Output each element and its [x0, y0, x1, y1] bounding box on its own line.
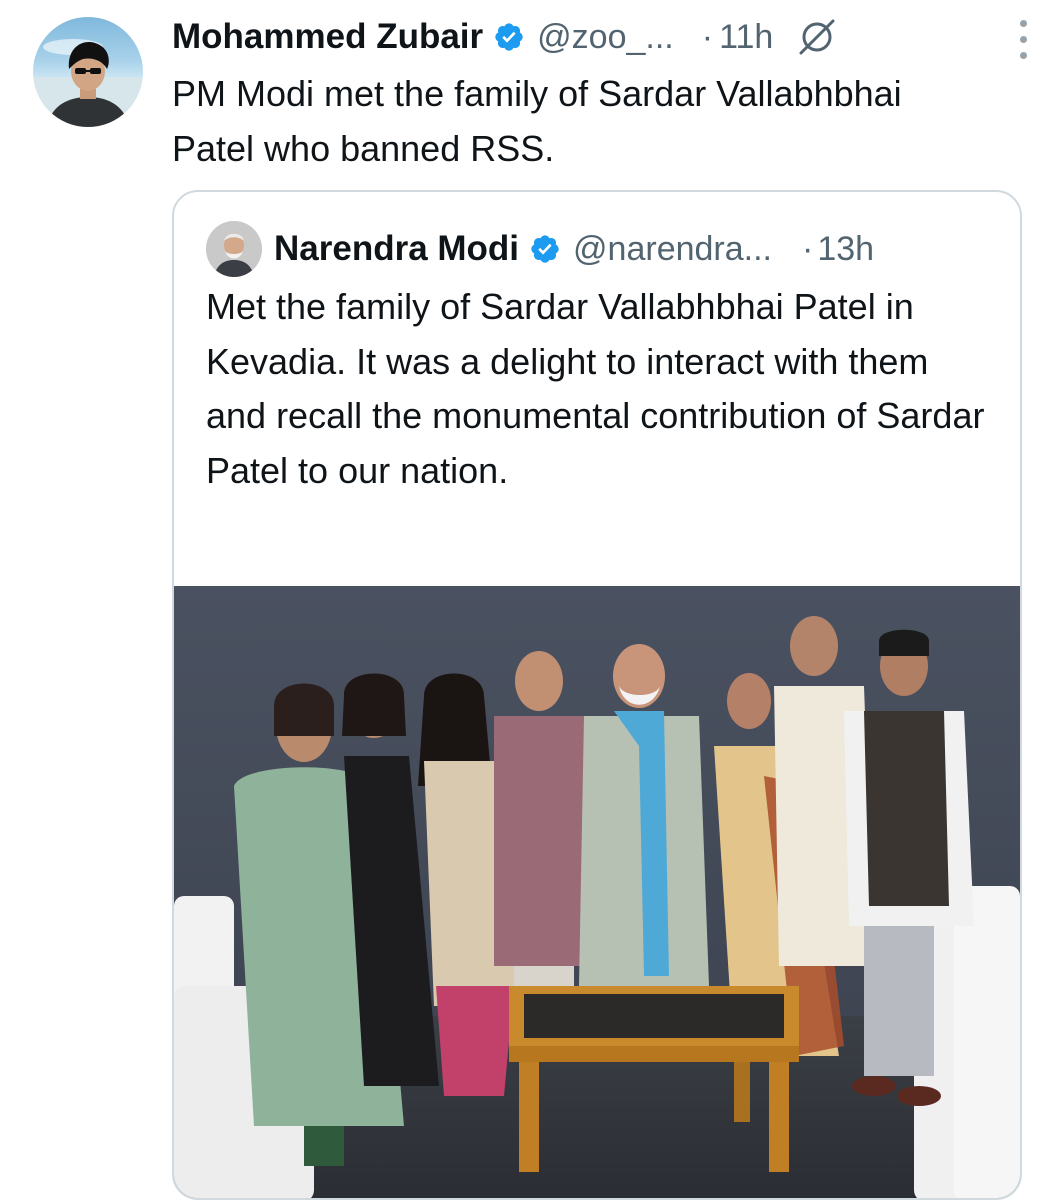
tweet-text: PM Modi met the family of Sardar Vallabh… [172, 73, 902, 169]
quoted-author-handle[interactable]: @narendra... [573, 230, 772, 269]
tweet-timestamp[interactable]: 11h [719, 18, 773, 57]
quoted-tweet-card[interactable]: Narendra Modi @narendra... · 13h Met the… [172, 190, 1022, 1200]
quoted-tweet-header: Narendra Modi @narendra... · 13h [206, 221, 990, 277]
separator-dot: · [802, 229, 814, 268]
quoted-tweet-text: Met the family of Sardar Vallabhbhai Pat… [206, 286, 985, 491]
quoted-author-avatar[interactable] [206, 221, 262, 277]
quoted-author-name[interactable]: Narendra Modi [274, 229, 519, 269]
separator-dot: · [701, 17, 714, 56]
author-avatar[interactable] [33, 17, 143, 127]
verified-badge-icon [529, 233, 561, 265]
quoted-tweet-photo[interactable] [174, 586, 1020, 1198]
grok-icon[interactable] [797, 17, 837, 57]
more-options-icon[interactable] [1012, 14, 1035, 65]
author-name[interactable]: Mohammed Zubair [172, 17, 483, 57]
verified-badge-icon [493, 21, 525, 53]
group-photo-image [174, 586, 1020, 1198]
quoted-tweet-timestamp[interactable]: 13h [817, 230, 874, 269]
tweet-header: Mohammed Zubair @zoo_... · 11h [172, 12, 1037, 62]
author-handle[interactable]: @zoo_... [537, 18, 674, 57]
